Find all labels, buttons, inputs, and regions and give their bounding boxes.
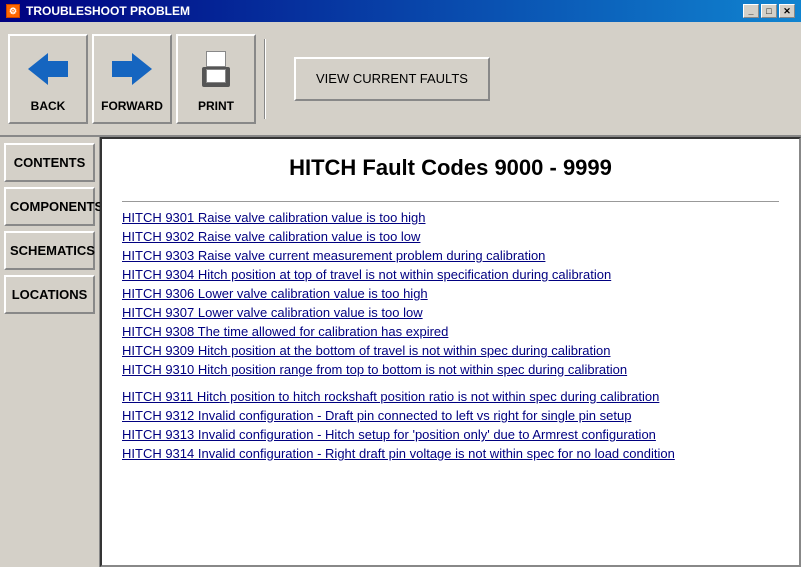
- separator: [122, 201, 779, 202]
- print-label: PRINT: [198, 99, 234, 113]
- title-controls[interactable]: _ □ ✕: [743, 4, 795, 18]
- title-bar: ⚙ TROUBLESHOOT PROBLEM _ □ ✕: [0, 0, 801, 22]
- print-button[interactable]: PRINT: [176, 34, 256, 124]
- back-button[interactable]: BACK: [8, 34, 88, 124]
- fault-link-9302[interactable]: HITCH 9302 Raise valve calibration value…: [122, 229, 779, 244]
- app-icon: ⚙: [6, 4, 20, 18]
- fault-link-9304[interactable]: HITCH 9304 Hitch position at top of trav…: [122, 267, 779, 282]
- fault-link-9303[interactable]: HITCH 9303 Raise valve current measureme…: [122, 248, 779, 263]
- fault-link-9314[interactable]: HITCH 9314 Invalid configuration - Right…: [122, 446, 779, 461]
- fault-link-9301[interactable]: HITCH 9301 Raise valve calibration value…: [122, 210, 779, 225]
- title-bar-left: ⚙ TROUBLESHOOT PROBLEM: [6, 4, 190, 18]
- back-arrow-icon: [24, 45, 72, 93]
- main-area: CONTENTS COMPONENTS SCHEMATICS LOCATIONS…: [0, 137, 801, 567]
- forward-arrow-icon: [108, 45, 156, 93]
- fault-link-9308[interactable]: HITCH 9308 The time allowed for calibrat…: [122, 324, 779, 339]
- toolbar: BACK FORWARD PRINT VIEW CURRENT FAULTS: [0, 22, 801, 137]
- fault-link-9311[interactable]: HITCH 9311 Hitch position to hitch rocks…: [122, 389, 779, 404]
- forward-label: FORWARD: [101, 99, 163, 113]
- print-icon: [192, 45, 240, 93]
- content-title: HITCH Fault Codes 9000 - 9999: [122, 155, 779, 181]
- sidebar: CONTENTS COMPONENTS SCHEMATICS LOCATIONS: [0, 137, 100, 567]
- content-panel[interactable]: HITCH Fault Codes 9000 - 9999 HITCH 9301…: [100, 137, 801, 567]
- sidebar-item-schematics[interactable]: SCHEMATICS: [4, 231, 95, 270]
- toolbar-separator: [264, 39, 266, 119]
- fault-link-9309[interactable]: HITCH 9309 Hitch position at the bottom …: [122, 343, 779, 358]
- fault-link-9312[interactable]: HITCH 9312 Invalid configuration - Draft…: [122, 408, 779, 423]
- fault-link-9310[interactable]: HITCH 9310 Hitch position range from top…: [122, 362, 779, 377]
- fault-link-9313[interactable]: HITCH 9313 Invalid configuration - Hitch…: [122, 427, 779, 442]
- fault-link-9307[interactable]: HITCH 9307 Lower valve calibration value…: [122, 305, 779, 320]
- sidebar-item-contents[interactable]: CONTENTS: [4, 143, 95, 182]
- fault-link-9306[interactable]: HITCH 9306 Lower valve calibration value…: [122, 286, 779, 301]
- view-faults-button[interactable]: VIEW CURRENT FAULTS: [294, 57, 490, 101]
- back-label: BACK: [31, 99, 66, 113]
- close-button[interactable]: ✕: [779, 4, 795, 18]
- maximize-button[interactable]: □: [761, 4, 777, 18]
- fault-list: HITCH 9301 Raise valve calibration value…: [122, 210, 779, 461]
- forward-button[interactable]: FORWARD: [92, 34, 172, 124]
- minimize-button[interactable]: _: [743, 4, 759, 18]
- window-title: TROUBLESHOOT PROBLEM: [26, 4, 190, 18]
- sidebar-item-locations[interactable]: LOCATIONS: [4, 275, 95, 314]
- sidebar-item-components[interactable]: COMPONENTS: [4, 187, 95, 226]
